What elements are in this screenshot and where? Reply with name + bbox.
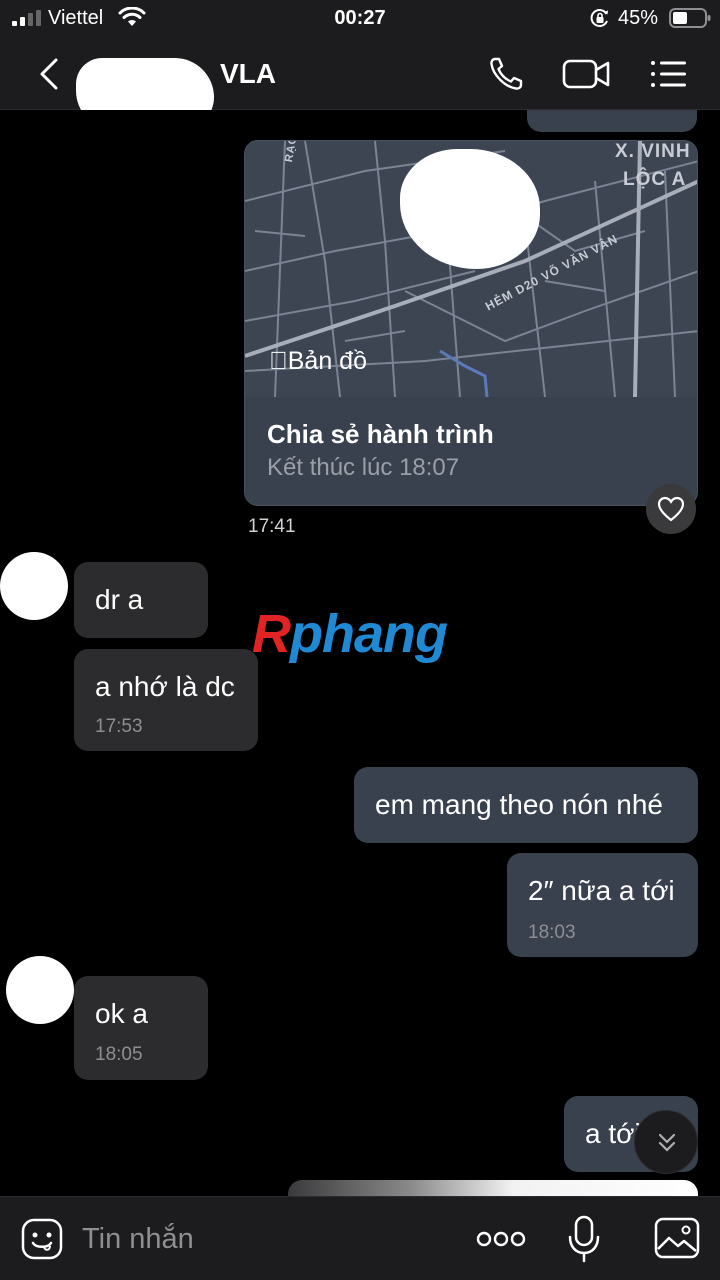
message-bubble-incoming[interactable]: a nhớ là dc 17:53: [74, 649, 258, 751]
message-time: 18:03: [528, 922, 576, 943]
message-text: dr a: [95, 584, 144, 615]
more-icon[interactable]: [476, 1227, 526, 1251]
apple-logo-icon: : [269, 347, 288, 375]
message-composer: [0, 1196, 720, 1280]
watermark: Rphang: [252, 603, 448, 665]
battery-icon: [669, 8, 711, 28]
message-text: ok a: [95, 998, 148, 1029]
message-time: 18:05: [95, 1044, 143, 1065]
video-call-icon[interactable]: [562, 56, 612, 92]
message-text: 2″ nữa a tới: [528, 875, 675, 906]
message-bubble-outgoing[interactable]: 2″ nữa a tới 18:03: [507, 853, 698, 957]
previous-message-bubble[interactable]: [527, 110, 697, 132]
contact-avatar[interactable]: [0, 552, 68, 620]
contact-avatar[interactable]: [6, 956, 74, 1024]
phone-icon[interactable]: [486, 54, 526, 94]
contact-name[interactable]: VLA: [220, 58, 276, 90]
gallery-icon[interactable]: [654, 1217, 700, 1259]
watermark-rest: phang: [290, 604, 448, 664]
location-share-card[interactable]: X. VINH LỘC A HẺM D20 VÕ VĂN VÂN RẠCH B…: [244, 140, 698, 506]
chat-header: VLA: [0, 38, 720, 130]
message-time: 17:53: [95, 716, 143, 737]
message-bubble-outgoing[interactable]: em mang theo nón nhé: [354, 767, 698, 843]
battery-percent: 45%: [618, 7, 659, 29]
carrier-name: Viettel: [48, 7, 104, 29]
orientation-lock-icon: [590, 9, 608, 27]
message-text: a nhớ là dc: [95, 671, 235, 702]
chat-area[interactable]: X. VINH LỘC A HẺM D20 VÕ VĂN VÂN RẠCH B…: [0, 110, 720, 1196]
react-heart-button[interactable]: [646, 484, 696, 534]
message-text: a tới: [585, 1118, 641, 1149]
signal-icon: [12, 10, 41, 26]
map-label-district-1: X. VINH: [615, 141, 691, 162]
map-label-district-2: LỘC A: [623, 169, 687, 190]
clock: 00:27: [334, 7, 386, 29]
message-bubble-incoming[interactable]: dr a: [74, 562, 208, 638]
wifi-icon: [118, 7, 146, 26]
chevron-double-down-icon: [658, 1133, 676, 1152]
location-title: Chia sẻ hành trình: [267, 419, 494, 449]
sticker-icon[interactable]: [20, 1217, 64, 1261]
menu-icon[interactable]: [648, 54, 688, 94]
heart-icon: [657, 496, 685, 522]
watermark-first: R: [252, 604, 291, 664]
message-text: em mang theo nón nhé: [375, 789, 663, 820]
message-input[interactable]: [82, 1221, 442, 1257]
microphone-icon[interactable]: [566, 1215, 602, 1263]
image-message-preview[interactable]: [288, 1180, 698, 1196]
status-bar: Viettel 00:27 45%: [0, 0, 720, 38]
location-card-time: 17:41: [248, 516, 296, 537]
scroll-to-bottom-button[interactable]: [634, 1110, 698, 1174]
maps-brand: Bản đồ: [269, 347, 367, 376]
location-subtitle: Kết thúc lúc 18:07: [267, 454, 460, 481]
maps-brand-label: Bản đồ: [269, 347, 367, 375]
map-preview[interactable]: X. VINH LỘC A HẺM D20 VÕ VĂN VÂN RẠCH B…: [245, 141, 697, 398]
message-bubble-incoming[interactable]: ok a 18:05: [74, 976, 208, 1080]
back-icon[interactable]: [30, 54, 70, 94]
